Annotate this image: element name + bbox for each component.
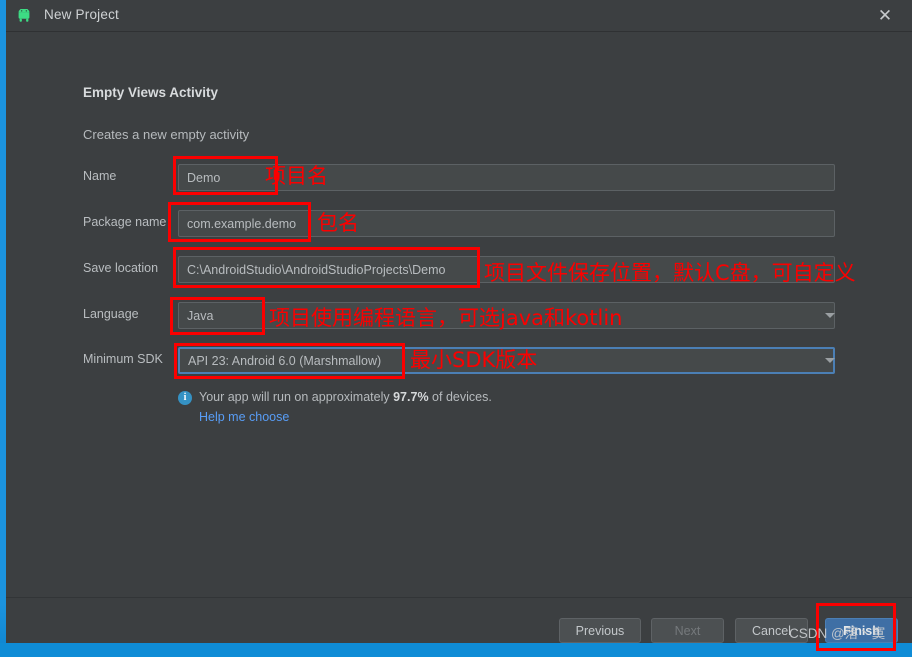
name-input[interactable] <box>178 164 835 191</box>
save-location-input[interactable] <box>178 256 835 283</box>
language-combo[interactable] <box>178 302 835 329</box>
previous-button[interactable]: Previous <box>559 618 641 643</box>
field-row-save-location: Save location <box>6 256 912 286</box>
field-row-package-name: Package name <box>6 210 912 240</box>
label-language: Language <box>83 307 139 321</box>
label-minimum-sdk: Minimum SDK <box>83 352 163 366</box>
template-description: Creates a new empty activity <box>83 127 250 142</box>
new-project-dialog: New Project ✕ Empty Views Activity Creat… <box>6 0 912 644</box>
label-save-location: Save location <box>83 261 159 275</box>
minimum-sdk-combo[interactable] <box>178 347 835 374</box>
device-coverage-info: i Your app will run on approximately 97.… <box>178 390 492 405</box>
info-percent: 97.7% <box>393 390 429 404</box>
close-icon[interactable]: ✕ <box>872 5 898 27</box>
android-robot-icon <box>17 8 31 22</box>
info-prefix: Your app will run on approximately <box>199 390 390 404</box>
window-left-edge <box>0 0 6 657</box>
taskbar <box>0 643 912 657</box>
finish-button[interactable]: Finish <box>825 618 898 643</box>
screen: New Project ✕ Empty Views Activity Creat… <box>0 0 912 657</box>
help-me-choose-link[interactable]: Help me choose <box>199 410 289 424</box>
label-name: Name <box>83 169 117 183</box>
dialog-footer: Previous Next Cancel Finish <box>6 597 912 644</box>
device-coverage-text: Your app will run on approximately 97.7%… <box>199 390 492 404</box>
info-icon: i <box>178 391 192 405</box>
label-package-name: Package name <box>83 215 167 229</box>
dialog-body: Empty Views Activity Creates a new empty… <box>6 32 912 598</box>
field-row-name: Name <box>6 164 912 194</box>
field-row-language: Language <box>6 302 912 332</box>
next-button: Next <box>651 618 724 643</box>
field-row-minimum-sdk: Minimum SDK <box>6 347 912 377</box>
package-name-input[interactable] <box>178 210 835 237</box>
dialog-titlebar: New Project ✕ <box>6 0 912 32</box>
dialog-title: New Project <box>44 7 119 22</box>
cancel-button[interactable]: Cancel <box>735 618 808 643</box>
template-title: Empty Views Activity <box>83 85 219 100</box>
info-suffix: of devices. <box>432 390 492 404</box>
